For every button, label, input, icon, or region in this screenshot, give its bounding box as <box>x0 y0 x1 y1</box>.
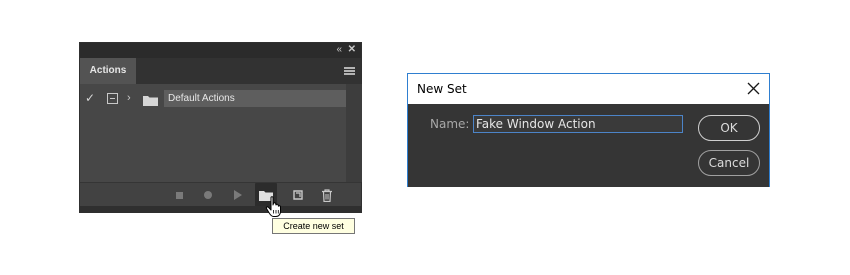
close-icon[interactable] <box>747 82 760 95</box>
panel-tab-row: Actions <box>80 58 361 84</box>
collapse-panel-icon[interactable]: « <box>336 43 341 58</box>
play-icon[interactable] <box>227 183 249 207</box>
toggle-dialog-icon[interactable] <box>107 93 118 104</box>
cancel-button[interactable]: Cancel <box>698 150 760 176</box>
tooltip: Create new set <box>272 218 355 234</box>
panel-footer-toolbar <box>80 182 361 207</box>
toggle-item-check-icon[interactable]: ✓ <box>85 91 97 106</box>
actions-panel: « ✕ Actions ✓ › Default Actions <box>79 42 362 213</box>
record-icon[interactable] <box>197 183 219 207</box>
name-label: Name: <box>430 117 470 131</box>
name-input[interactable]: Fake Window Action <box>473 115 683 133</box>
close-panel-icon[interactable]: ✕ <box>348 43 356 58</box>
expand-chevron-icon[interactable]: › <box>127 91 135 106</box>
stop-icon[interactable] <box>168 183 190 207</box>
new-set-dialog: New Set Name: Fake Window Action OK Canc… <box>407 73 770 187</box>
tab-actions[interactable]: Actions <box>80 58 136 84</box>
create-new-action-icon[interactable] <box>287 183 309 207</box>
delete-icon[interactable] <box>316 183 338 207</box>
panel-menu-icon[interactable] <box>344 67 355 75</box>
dialog-title: New Set <box>417 82 467 96</box>
hand-cursor-icon <box>265 196 283 218</box>
panel-bottom-edge <box>80 206 361 213</box>
action-set-name[interactable]: Default Actions <box>164 90 346 107</box>
folder-icon <box>143 93 158 106</box>
panel-title-bar: « ✕ <box>80 43 361 58</box>
actions-list: ✓ › Default Actions <box>80 84 346 182</box>
ok-button[interactable]: OK <box>698 115 760 141</box>
dialog-title-bar: New Set <box>408 74 769 104</box>
dialog-body: Name: Fake Window Action OK Cancel <box>408 104 769 187</box>
action-set-row[interactable]: ✓ › Default Actions <box>80 89 346 108</box>
panel-scrollbar[interactable] <box>346 84 362 182</box>
